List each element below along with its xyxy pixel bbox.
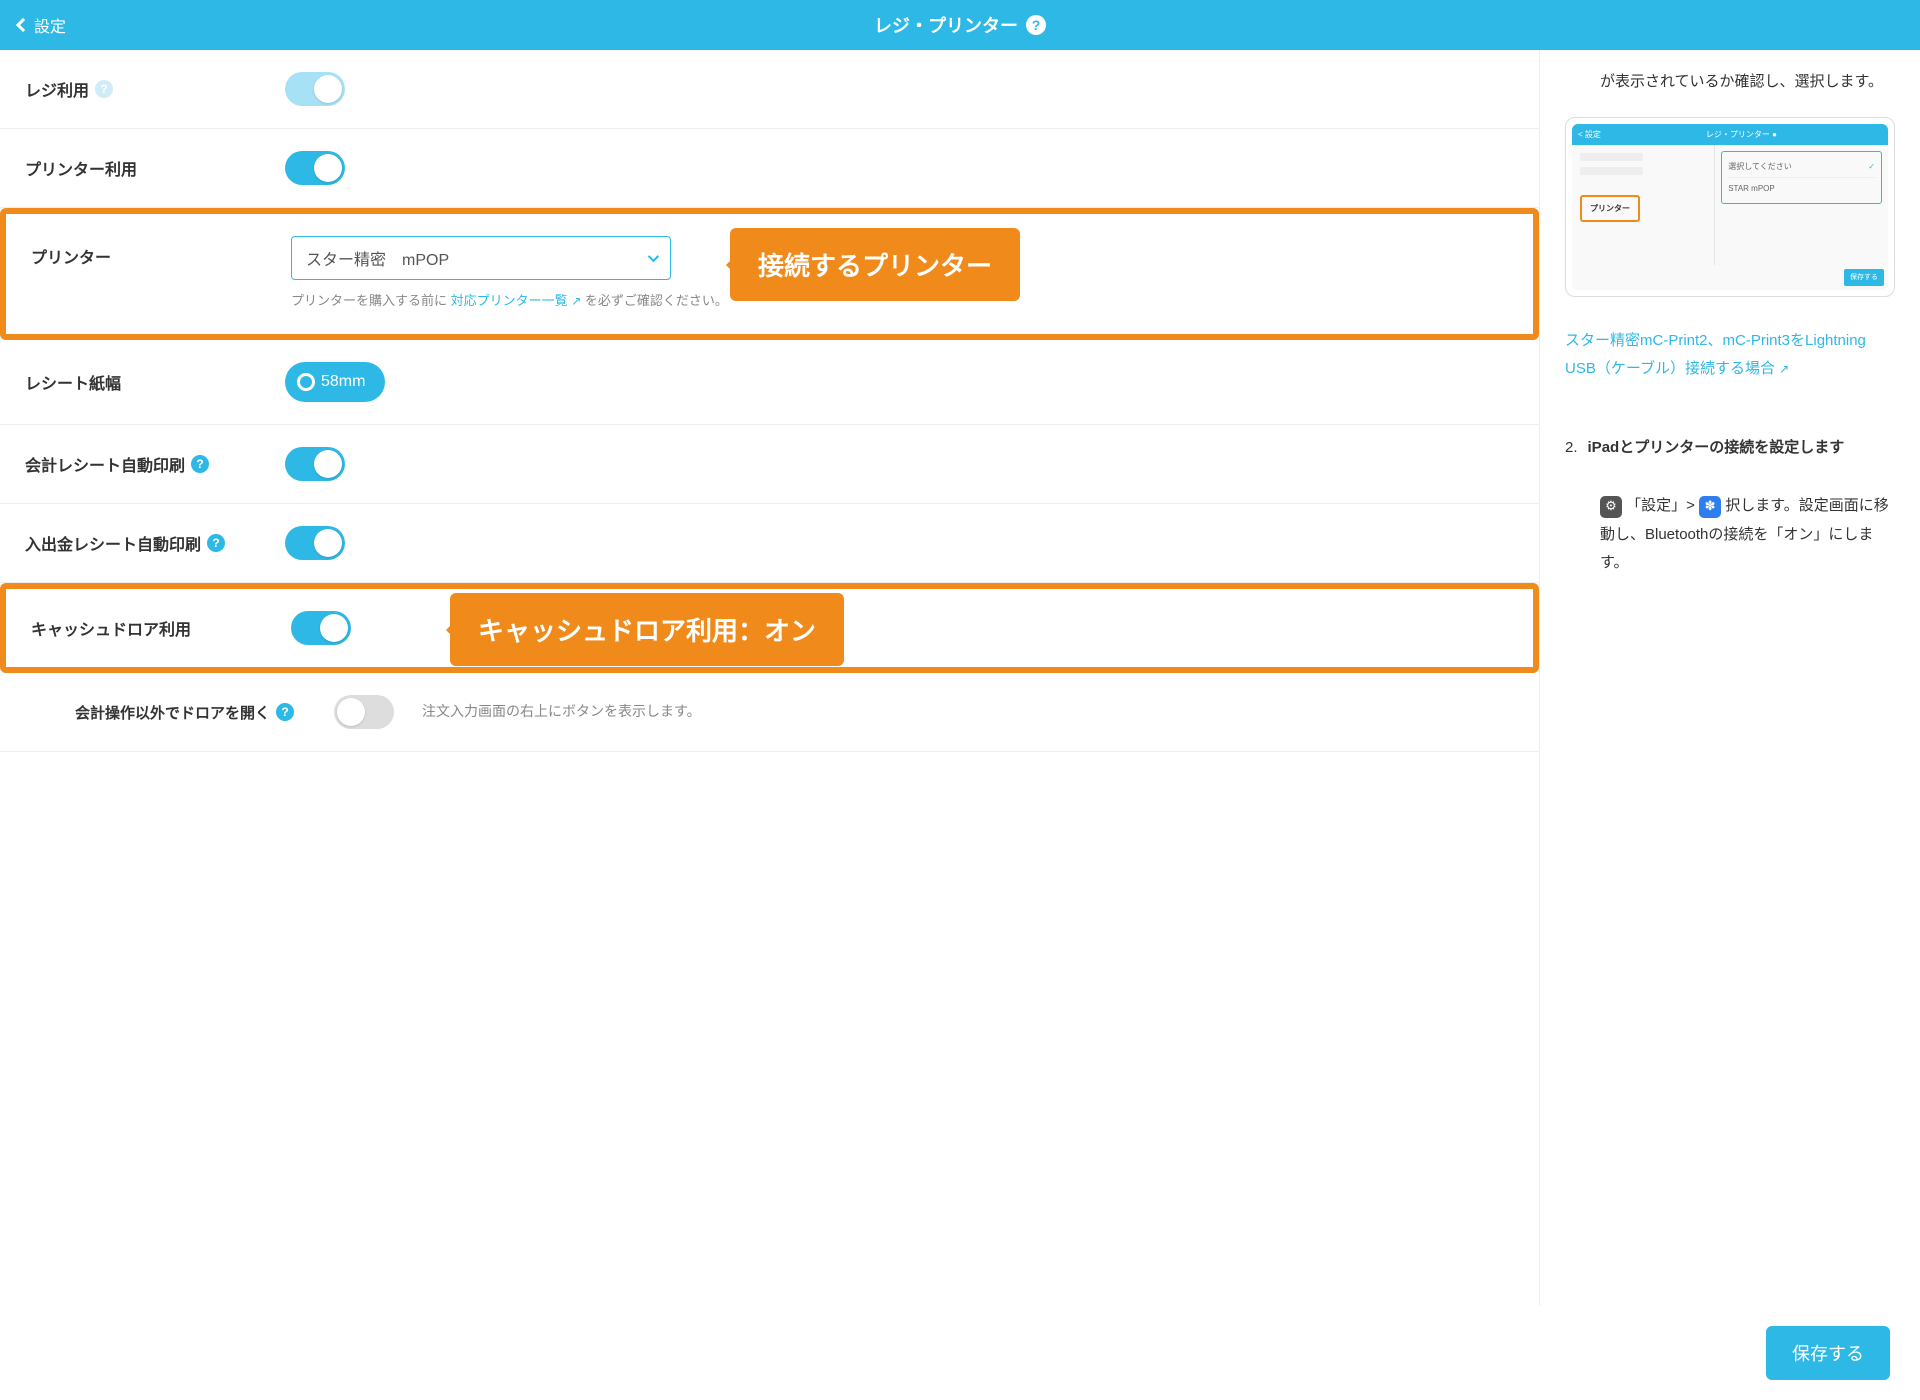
printer-hint: プリンターを購入する前に 対応プリンター一覧 ↗ を必ずご確認ください。	[291, 290, 728, 312]
back-button[interactable]: 設定	[18, 13, 66, 37]
page-title: レジ・プリンター	[874, 12, 1018, 38]
label-register-use: レジ利用	[25, 77, 89, 101]
help-icon[interactable]: ?	[207, 534, 225, 552]
toggle-drawer-other[interactable]	[334, 695, 394, 729]
settings-panel: レジ利用? プリンター利用 プリンター スター精密 mPOP プ	[0, 50, 1540, 1306]
row-cash-receipt-auto: 入出金レシート自動印刷?	[0, 504, 1539, 583]
save-button[interactable]: 保存する	[1766, 1326, 1890, 1380]
toggle-cash-receipt-auto[interactable]	[285, 526, 345, 560]
printer-select[interactable]: スター精密 mPOP	[291, 236, 671, 280]
label-drawer-other: 会計操作以外でドロアを開く	[75, 702, 270, 723]
toggle-receipt-auto[interactable]	[285, 447, 345, 481]
label-printer: プリンター	[31, 244, 111, 268]
label-receipt-auto: 会計レシート自動印刷	[25, 452, 185, 476]
screenshot-thumbnail: < 設定レジ・プリンター ● プリンター 選択してください✓ STAR mPOP	[1565, 117, 1895, 297]
side-desc: ⚙ 「設定」> ✽ 択します。設定画面に移動し、Bluetoothの接続を「オン…	[1600, 492, 1895, 578]
label-printer-use: プリンター利用	[25, 156, 137, 180]
side-text-top: が表示されているか確認し、選択します。	[1600, 68, 1895, 97]
row-drawer-other: 会計操作以外でドロアを開く? 注文入力画面の右上にボタンを表示します。	[0, 673, 1539, 752]
label-drawer-use: キャッシュドロア利用	[31, 616, 191, 640]
help-icon[interactable]: ?	[1026, 15, 1046, 35]
receipt-width-option[interactable]: 58mm	[285, 362, 385, 402]
help-icon[interactable]: ?	[95, 80, 113, 98]
drawer-other-desc: 注文入力画面の右上にボタンを表示します。	[422, 700, 701, 724]
chevron-left-icon	[16, 18, 30, 32]
toggle-printer-use[interactable]	[285, 151, 345, 185]
header-bar: 設定 レジ・プリンター ?	[0, 0, 1920, 50]
step-2: 2. iPadとプリンターの接続を設定します	[1565, 434, 1895, 463]
footer: 保存する	[0, 1306, 1920, 1400]
help-icon[interactable]: ?	[191, 455, 209, 473]
toggle-drawer-use[interactable]	[291, 611, 351, 645]
callout-drawer: キャッシュドロア利用：オン	[450, 593, 844, 666]
gear-icon: ⚙	[1600, 496, 1622, 518]
back-label: 設定	[34, 13, 66, 37]
help-icon[interactable]: ?	[276, 703, 294, 721]
bluetooth-icon: ✽	[1699, 496, 1721, 518]
label-cash-receipt-auto: 入出金レシート自動印刷	[25, 531, 201, 555]
row-receipt-width: レシート紙幅 58mm	[0, 340, 1539, 425]
row-printer-use: プリンター利用	[0, 129, 1539, 208]
toggle-register-use[interactable]	[285, 72, 345, 106]
chevron-down-icon	[648, 251, 659, 262]
supported-printers-link[interactable]: 対応プリンター一覧 ↗	[451, 293, 582, 308]
row-receipt-auto: 会計レシート自動印刷?	[0, 425, 1539, 504]
row-register-use: レジ利用?	[0, 50, 1539, 129]
label-receipt-width: レシート紙幅	[25, 370, 121, 394]
callout-printer: 接続するプリンター	[730, 228, 1020, 301]
printer-select-value: スター精密 mPOP	[306, 246, 449, 270]
help-sidebar: が表示されているか確認し、選択します。 < 設定レジ・プリンター ● プリンター…	[1540, 50, 1920, 1306]
side-link-usb[interactable]: スター精密mC-Print2、mC-Print3をLightning USB（ケ…	[1565, 332, 1866, 378]
radio-icon	[297, 373, 315, 391]
